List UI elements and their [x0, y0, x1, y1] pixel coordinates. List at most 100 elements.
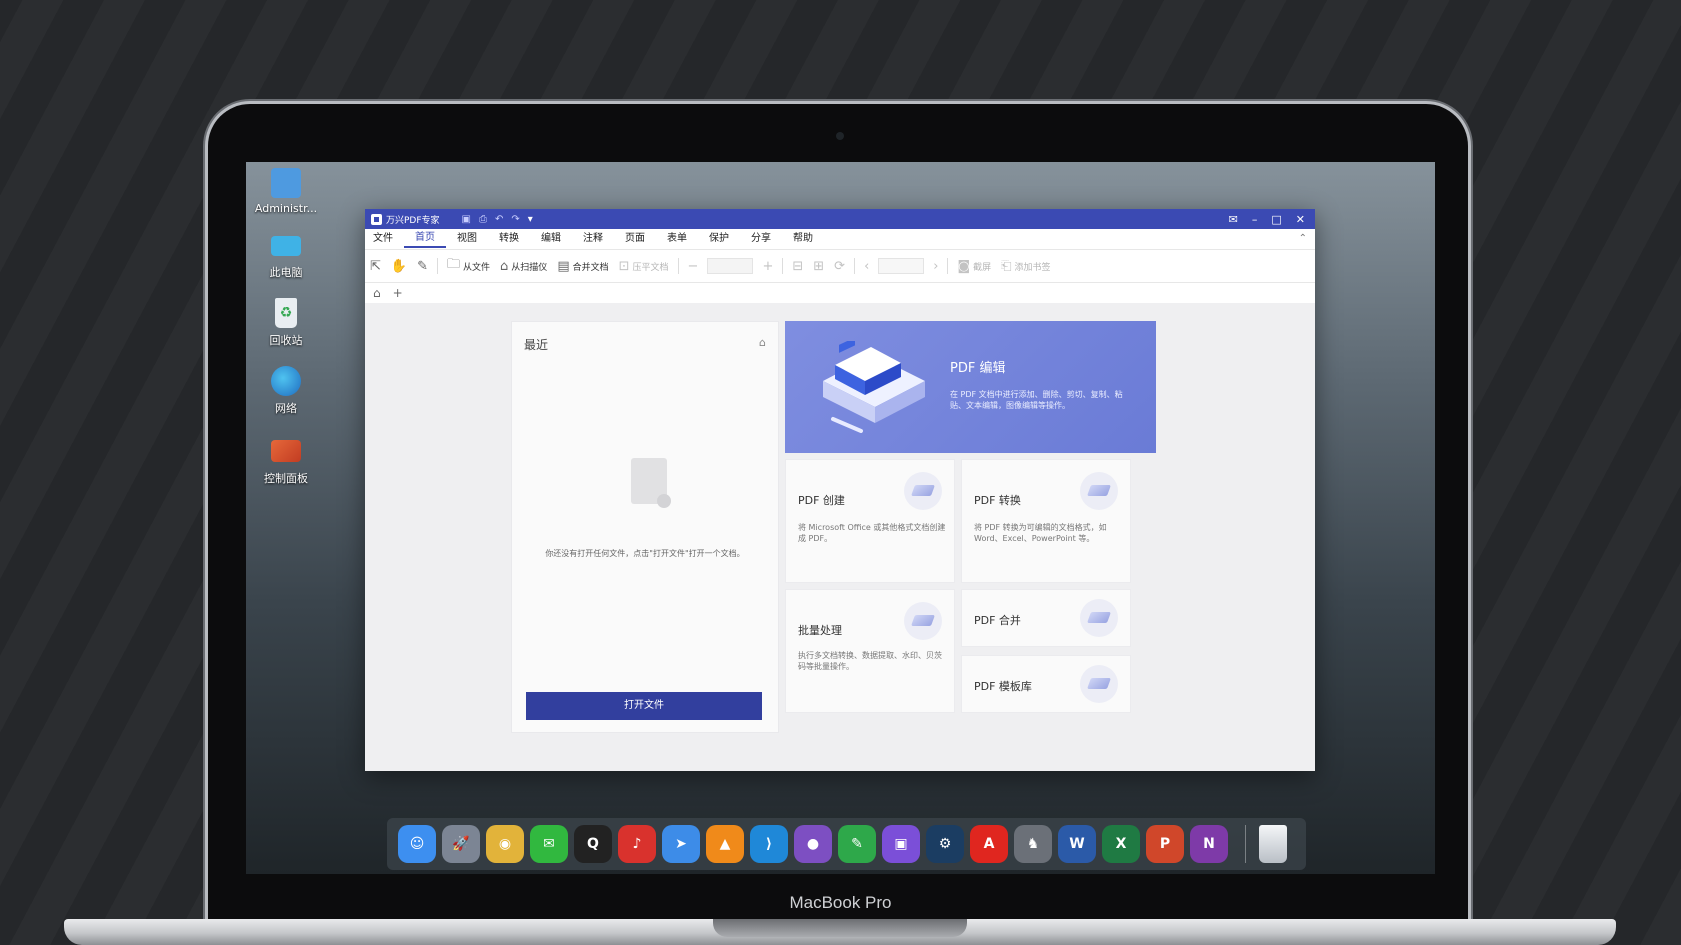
fit-page-button[interactable]: ⊞: [808, 259, 829, 274]
trash-icon[interactable]: [1259, 825, 1287, 863]
excel-icon[interactable]: X: [1102, 825, 1140, 863]
chrome-icon[interactable]: ◉: [486, 825, 524, 863]
from-file-button[interactable]: 🗀 从文件: [442, 255, 495, 277]
menu-file[interactable]: 文件: [365, 229, 404, 249]
batch-process-icon: [904, 602, 942, 640]
flatten-doc-label: 压平文档: [632, 262, 669, 273]
zoom-out-button[interactable]: −: [683, 259, 704, 274]
window-controls: ✉ – □ ✕: [1229, 213, 1315, 226]
vscode-icon[interactable]: ⟩: [750, 825, 788, 863]
app-logo-icon: [371, 213, 382, 225]
empty-document-icon: [631, 458, 671, 508]
open-file-button[interactable]: 打开文件: [526, 692, 762, 720]
paper-plane-icon[interactable]: ➤: [662, 825, 700, 863]
chevron-right-icon: ›: [933, 258, 939, 274]
menu-view[interactable]: 视图: [446, 229, 488, 249]
acrobat-icon[interactable]: A: [970, 825, 1008, 863]
redo-icon[interactable]: ↷: [511, 214, 519, 225]
collapse-ribbon-icon[interactable]: ⌃: [1288, 229, 1315, 249]
home-content: 最近 ⌂ 你还没有打开任何文件，点击"打开文件"打开一个文档。 打开文件 PDF…: [365, 303, 1315, 771]
batch-process-card[interactable]: 批量处理 执行多文档转换、数据提取、水印、贝茨码等批量操作。: [785, 589, 955, 713]
pdf-merge-title: PDF 合并: [974, 614, 1021, 627]
hand-tool-button[interactable]: ✋: [386, 259, 412, 274]
pdf-create-icon: [904, 472, 942, 510]
from-scanner-button[interactable]: ⌂ 从扫描仪: [495, 259, 552, 274]
select-tool-button[interactable]: ⇱: [365, 259, 386, 274]
screenshot-label: 截屏: [973, 262, 992, 273]
menu-protect[interactable]: 保护: [698, 229, 740, 249]
pdf-create-card[interactable]: PDF 创建 将 Microsoft Office 或其他格式文档创建成 PDF…: [785, 459, 955, 583]
batch-process-description: 执行多文档转换、数据提取、水印、贝茨码等批量操作。: [798, 651, 942, 671]
flatten-icon: ⊡: [618, 258, 630, 274]
menu-convert[interactable]: 转换: [488, 229, 530, 249]
menu-edit[interactable]: 编辑: [530, 229, 572, 249]
new-tab-plus-icon[interactable]: +: [393, 286, 403, 300]
desktop-icon-control-panel[interactable]: 控制面板: [246, 436, 326, 486]
flatten-doc-button[interactable]: ⊡ 压平文档: [614, 259, 674, 274]
zoom-in-button[interactable]: +: [757, 259, 778, 274]
title-bar: 万兴PDF专家 ▣ ⎙ ↶ ↷ ▾ ✉ – □ ✕: [365, 209, 1315, 229]
add-bookmark-button[interactable]: ⎗ 添加书签: [996, 259, 1055, 274]
menu-share[interactable]: 分享: [740, 229, 782, 249]
steam-icon[interactable]: ⚙: [926, 825, 964, 863]
maximize-icon[interactable]: □: [1271, 213, 1281, 226]
powerpoint-icon[interactable]: P: [1146, 825, 1184, 863]
pdf-convert-card[interactable]: PDF 转换 将 PDF 转换为可编辑的文档格式，如 Word、Excel、Po…: [961, 459, 1131, 583]
desktop-icon-administrator[interactable]: Administr...: [246, 168, 326, 215]
desktop-icon-this-pc[interactable]: 此电脑: [246, 230, 326, 280]
edit-tool-button[interactable]: ✎: [412, 259, 433, 274]
home-tab-icon[interactable]: ⌂: [373, 286, 381, 300]
unicorn-icon[interactable]: ♞: [1014, 825, 1052, 863]
desktop-icon-network[interactable]: 网络: [246, 366, 326, 416]
menu-help[interactable]: 帮助: [782, 229, 824, 249]
menu-form[interactable]: 表单: [656, 229, 698, 249]
merge-docs-button[interactable]: ▤ 合并文档: [552, 259, 613, 274]
lock-icon[interactable]: ⌂: [759, 336, 766, 349]
rocket-icon[interactable]: 🚀: [442, 825, 480, 863]
recycle-bin-icon: ♻: [275, 298, 297, 328]
wechat-icon[interactable]: ✉: [530, 825, 568, 863]
save-icon[interactable]: ▣: [462, 214, 471, 225]
netease-music-icon[interactable]: ♪: [618, 825, 656, 863]
evernote-icon[interactable]: ✎: [838, 825, 876, 863]
mail-icon[interactable]: ✉: [1229, 213, 1238, 226]
menu-page[interactable]: 页面: [614, 229, 656, 249]
pdf-edit-title: PDF 编辑: [950, 361, 1006, 376]
camera-capture-icon: ◙: [957, 258, 971, 274]
qq-penguin-icon[interactable]: Q: [574, 825, 612, 863]
fit-width-icon: ⊟: [792, 258, 804, 274]
vlc-cone-icon[interactable]: ▲: [706, 825, 744, 863]
word-icon[interactable]: W: [1058, 825, 1096, 863]
github-icon[interactable]: ●: [794, 825, 832, 863]
ribbon-toolbar: ⇱ ✋ ✎ 🗀 从文件 ⌂ 从扫描仪 ▤ 合并文档 ⊡ 压平文档 − + ⊟ ⊞ ⟳ ‹…: [365, 249, 1315, 283]
customize-dropdown-icon[interactable]: ▾: [528, 214, 533, 225]
recent-files-panel: 最近 ⌂ 你还没有打开任何文件，点击"打开文件"打开一个文档。 打开文件: [511, 321, 779, 733]
previous-page-button[interactable]: ‹: [859, 259, 874, 274]
close-icon[interactable]: ✕: [1296, 213, 1305, 226]
pdf-edit-card[interactable]: PDF 编辑 在 PDF 文档中进行添加、删除、剪切、复制、粘贴、文本编辑，图像…: [785, 321, 1156, 453]
next-page-button[interactable]: ›: [928, 259, 943, 274]
menu-home[interactable]: 首页: [404, 230, 446, 248]
twitch-icon[interactable]: ▣: [882, 825, 920, 863]
dock-divider: [1245, 825, 1246, 863]
pdf-convert-icon: [1080, 472, 1118, 510]
onenote-icon[interactable]: N: [1190, 825, 1228, 863]
screenshot-button[interactable]: ◙ 截屏: [952, 259, 996, 274]
laptop-notch: [713, 919, 967, 937]
minimize-icon[interactable]: –: [1252, 213, 1258, 226]
menu-comment[interactable]: 注释: [572, 229, 614, 249]
folder-icon: 🗀: [447, 257, 461, 272]
scanner-icon: ⌂: [500, 258, 509, 274]
zoom-level-field[interactable]: [707, 258, 754, 274]
fit-width-button[interactable]: ⊟: [787, 259, 808, 274]
pdf-convert-title: PDF 转换: [974, 494, 1021, 507]
pdf-merge-card[interactable]: PDF 合并: [961, 589, 1131, 647]
finder-icon[interactable]: ☺: [398, 825, 436, 863]
print-icon[interactable]: ⎙: [479, 214, 487, 225]
pdf-templates-card[interactable]: PDF 模板库: [961, 655, 1131, 713]
desktop-icon-recycle-bin[interactable]: ♻ 回收站: [246, 298, 326, 348]
undo-icon[interactable]: ↶: [495, 214, 503, 225]
pdf-templates-icon: [1080, 665, 1118, 703]
rotate-page-button[interactable]: ⟳: [829, 259, 850, 274]
page-number-field[interactable]: [878, 258, 925, 274]
